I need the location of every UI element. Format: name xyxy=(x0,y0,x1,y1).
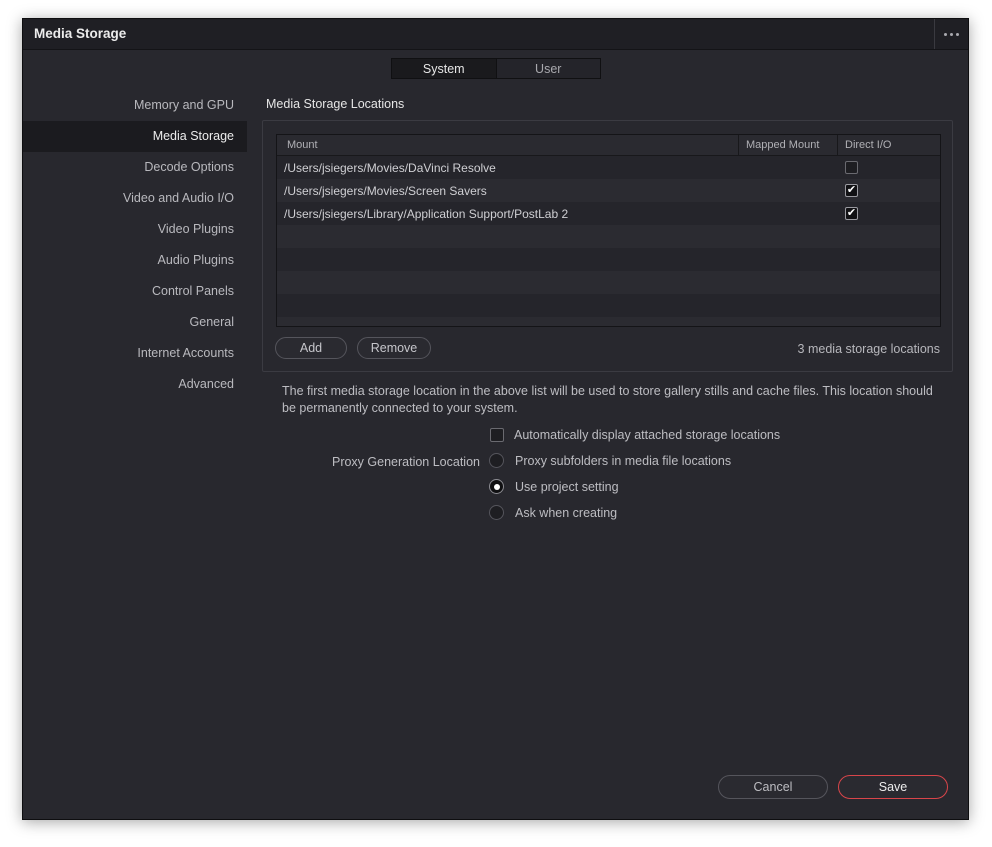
table-row[interactable]: /Users/jsiegers/Movies/DaVinci Resolve xyxy=(277,156,940,179)
title-bar: Media Storage xyxy=(23,19,968,50)
window-title: Media Storage xyxy=(34,26,127,41)
proxy-option-ask[interactable]: Ask when creating xyxy=(489,505,617,520)
sidebar-item-decode-options[interactable]: Decode Options xyxy=(23,152,247,183)
empty-row xyxy=(277,248,940,271)
table-header: Mount Mapped Mount Direct I/O xyxy=(277,135,940,156)
table-row[interactable]: /Users/jsiegers/Library/Application Supp… xyxy=(277,202,940,225)
column-header-direct-io[interactable]: Direct I/O xyxy=(838,135,940,155)
direct-io-checkbox[interactable] xyxy=(845,161,858,174)
storage-locations-panel: Mount Mapped Mount Direct I/O /Users/jsi… xyxy=(262,120,953,372)
proxy-option-label: Ask when creating xyxy=(515,505,618,520)
more-dots-icon xyxy=(944,32,947,36)
radio-icon[interactable] xyxy=(489,453,504,468)
add-button[interactable]: Add xyxy=(275,337,347,359)
mount-path: /Users/jsiegers/Library/Application Supp… xyxy=(284,206,569,221)
sidebar-item-video-audio-io[interactable]: Video and Audio I/O xyxy=(23,183,247,214)
proxy-option-label: Use project setting xyxy=(515,479,619,494)
direct-io-checkbox[interactable]: ✔ xyxy=(845,184,858,197)
sidebar-item-media-storage[interactable]: Media Storage xyxy=(23,121,247,152)
empty-row xyxy=(277,271,940,294)
mount-path: /Users/jsiegers/Movies/Screen Savers xyxy=(284,183,487,198)
proxy-generation-label: Proxy Generation Location xyxy=(331,455,480,469)
empty-row xyxy=(277,317,940,326)
sidebar: Memory and GPU Media Storage Decode Opti… xyxy=(23,90,247,400)
more-dots-icon xyxy=(950,32,953,36)
radio-icon[interactable] xyxy=(489,505,504,520)
remove-button[interactable]: Remove xyxy=(357,337,431,359)
more-dots-icon xyxy=(956,32,959,36)
sidebar-item-internet-accounts[interactable]: Internet Accounts xyxy=(23,338,247,369)
system-user-switch: System User xyxy=(391,58,601,79)
proxy-option-label: Proxy subfolders in media file locations xyxy=(515,453,732,468)
mount-path: /Users/jsiegers/Movies/DaVinci Resolve xyxy=(284,160,496,175)
proxy-option-project-setting[interactable]: Use project setting xyxy=(489,479,619,494)
media-storage-window: Media Storage System User Memory and GPU… xyxy=(22,18,969,820)
auto-display-label: Automatically display attached storage l… xyxy=(514,428,781,442)
sidebar-item-advanced[interactable]: Advanced xyxy=(23,369,247,400)
auto-display-checkbox[interactable] xyxy=(490,428,504,442)
column-header-mapped-mount[interactable]: Mapped Mount xyxy=(739,135,838,155)
auto-display-option[interactable]: Automatically display attached storage l… xyxy=(490,428,780,442)
direct-io-checkbox[interactable]: ✔ xyxy=(845,207,858,220)
storage-table: Mount Mapped Mount Direct I/O /Users/jsi… xyxy=(276,134,941,327)
empty-row xyxy=(277,225,940,248)
tab-user[interactable]: User xyxy=(497,59,601,78)
column-header-mount[interactable]: Mount xyxy=(277,135,739,155)
sidebar-item-control-panels[interactable]: Control Panels xyxy=(23,276,247,307)
sidebar-item-audio-plugins[interactable]: Audio Plugins xyxy=(23,245,247,276)
sidebar-item-video-plugins[interactable]: Video Plugins xyxy=(23,214,247,245)
proxy-option-subfolders[interactable]: Proxy subfolders in media file locations xyxy=(489,453,731,468)
location-count: 3 media storage locations xyxy=(797,342,940,356)
radio-selected-icon[interactable] xyxy=(489,479,504,494)
empty-row xyxy=(277,294,940,317)
sidebar-item-general[interactable]: General xyxy=(23,307,247,338)
storage-note: The first media storage location in the … xyxy=(282,384,933,415)
tab-system[interactable]: System xyxy=(392,59,497,78)
cancel-button[interactable]: Cancel xyxy=(718,775,828,799)
more-options-button[interactable] xyxy=(934,19,968,49)
sidebar-item-memory-and-gpu[interactable]: Memory and GPU xyxy=(23,90,247,121)
section-title: Media Storage Locations xyxy=(266,97,405,111)
table-row[interactable]: /Users/jsiegers/Movies/Screen Savers ✔ xyxy=(277,179,940,202)
save-button[interactable]: Save xyxy=(838,775,948,799)
